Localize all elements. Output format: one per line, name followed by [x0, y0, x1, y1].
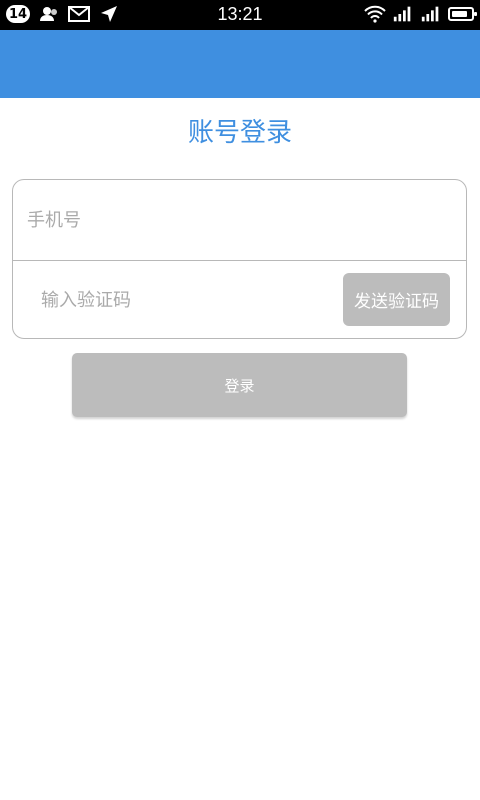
login-button[interactable]: 登录: [72, 353, 407, 417]
send-code-button[interactable]: 发送验证码: [343, 273, 450, 326]
phone-input[interactable]: [27, 204, 447, 236]
battery-icon: [448, 7, 477, 21]
verification-code-input[interactable]: [41, 284, 331, 316]
status-right: [364, 4, 477, 24]
signal-icon: [420, 4, 442, 24]
form-divider: [13, 260, 466, 261]
login-form: 发送验证码: [12, 179, 467, 339]
status-bar: 14 13:21: [0, 0, 480, 30]
wifi-icon: [364, 4, 386, 24]
page-title: 账号登录: [187, 118, 292, 148]
app-bar: [0, 30, 480, 98]
signal-icon: [392, 4, 414, 24]
